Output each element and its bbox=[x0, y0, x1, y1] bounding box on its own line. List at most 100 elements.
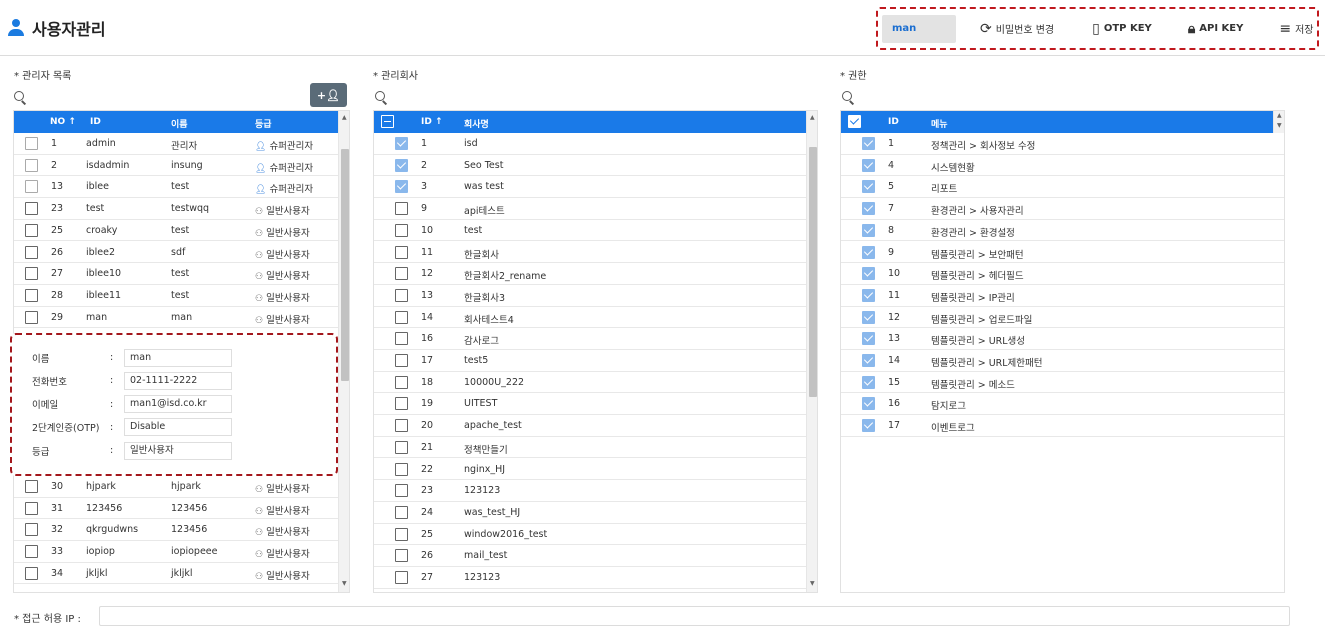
search-icon[interactable] bbox=[375, 91, 389, 105]
search-icon[interactable] bbox=[14, 91, 28, 105]
detail-field-value[interactable]: man bbox=[124, 348, 232, 367]
row-checkbox[interactable] bbox=[862, 245, 875, 259]
table-row[interactable]: 28 iblee11 test ⚇ 일반사용자 bbox=[14, 285, 338, 307]
current-user-chip[interactable]: man bbox=[882, 14, 956, 43]
row-checkbox[interactable] bbox=[862, 375, 875, 389]
table-row[interactable]: 21 정책만들기 bbox=[374, 437, 806, 459]
row-checkbox[interactable] bbox=[25, 137, 38, 150]
detail-field-value[interactable]: man1@isd.co.kr bbox=[124, 395, 232, 414]
table-row[interactable]: 2 Seo Test bbox=[374, 155, 806, 177]
row-checkbox[interactable] bbox=[862, 158, 875, 172]
row-checkbox[interactable] bbox=[395, 505, 408, 519]
table-row[interactable]: 1 정책관리 > 회사정보 수정 bbox=[841, 133, 1284, 155]
scroll-down-icon[interactable]: ▼ bbox=[810, 581, 815, 587]
table-row[interactable]: 3 was test bbox=[374, 176, 806, 199]
permission-scrollbar[interactable]: ▲ ▼ bbox=[1273, 111, 1284, 133]
detail-field-value[interactable]: 02-1111-2222 bbox=[124, 371, 232, 390]
row-checkbox[interactable] bbox=[862, 267, 875, 281]
admin-scroll-thumb[interactable] bbox=[341, 149, 349, 381]
row-checkbox[interactable] bbox=[862, 223, 875, 237]
company-scrollbar[interactable]: ▲ ▼ bbox=[806, 111, 817, 592]
col-id-header[interactable]: ID bbox=[888, 117, 899, 127]
table-row[interactable]: 9 템플릿관리 > 보안패턴 bbox=[841, 242, 1284, 264]
col-no-header[interactable]: NO ↑ bbox=[50, 117, 76, 127]
scroll-up-icon[interactable]: ▲ bbox=[810, 115, 815, 121]
row-checkbox[interactable] bbox=[862, 288, 875, 302]
table-row[interactable]: 11 한글회사 bbox=[374, 242, 806, 264]
table-row[interactable]: 31 123456 123456 ⚇ 일반사용자 bbox=[14, 498, 338, 520]
api-key-button[interactable]: 🔒︎ API KEY bbox=[1188, 15, 1244, 43]
row-checkbox[interactable] bbox=[862, 137, 875, 150]
row-checkbox[interactable] bbox=[25, 267, 38, 281]
row-checkbox[interactable] bbox=[25, 480, 38, 493]
col-id-header[interactable]: ID ↑ bbox=[421, 117, 443, 127]
scroll-down-icon[interactable]: ▼ bbox=[1277, 123, 1282, 129]
save-button[interactable]: ≡ 저장 bbox=[1279, 15, 1313, 43]
table-row[interactable]: 7 환경관리 > 사용자관리 bbox=[841, 198, 1284, 220]
row-checkbox[interactable] bbox=[25, 202, 38, 216]
table-row[interactable]: 8 환경관리 > 환경설정 bbox=[841, 220, 1284, 242]
table-row[interactable]: 9 api테스트 bbox=[374, 198, 806, 220]
scroll-down-icon[interactable]: ▼ bbox=[342, 581, 347, 587]
table-row[interactable]: 11 템플릿관리 > IP관리 bbox=[841, 285, 1284, 307]
row-checkbox[interactable] bbox=[25, 566, 38, 580]
table-row[interactable]: 4 시스템현황 bbox=[841, 155, 1284, 177]
company-scroll-thumb[interactable] bbox=[809, 147, 817, 397]
change-password-button[interactable]: ⟳ 비밀번호 변경 bbox=[980, 15, 1054, 43]
table-row[interactable]: 1 isd bbox=[374, 133, 806, 155]
row-checkbox[interactable] bbox=[395, 419, 408, 433]
row-checkbox[interactable] bbox=[25, 158, 38, 172]
row-checkbox[interactable] bbox=[395, 462, 408, 476]
table-row[interactable]: 10 템플릿관리 > 헤더필드 bbox=[841, 263, 1284, 285]
table-row[interactable]: 25 croaky test ⚇ 일반사용자 bbox=[14, 220, 338, 242]
table-row[interactable]: 17 test5 bbox=[374, 350, 806, 372]
scroll-up-icon[interactable]: ▲ bbox=[342, 115, 347, 121]
table-row[interactable]: 10 test bbox=[374, 220, 806, 242]
scroll-up-icon[interactable]: ▲ bbox=[1277, 113, 1282, 119]
row-checkbox[interactable] bbox=[25, 180, 38, 194]
table-row[interactable]: 12 템플릿관리 > 업로드파일 bbox=[841, 307, 1284, 329]
row-checkbox[interactable] bbox=[395, 245, 408, 259]
table-row[interactable]: 27 123123 bbox=[374, 567, 806, 589]
row-checkbox[interactable] bbox=[862, 202, 875, 216]
table-row[interactable]: 17 이벤트로그 bbox=[841, 415, 1284, 437]
table-row[interactable]: 13 템플릿관리 > URL생성 bbox=[841, 328, 1284, 350]
row-checkbox[interactable] bbox=[395, 484, 408, 498]
row-checkbox[interactable] bbox=[395, 158, 408, 172]
col-name-header[interactable]: 이름 bbox=[171, 117, 188, 130]
row-checkbox[interactable] bbox=[862, 419, 875, 433]
row-checkbox[interactable] bbox=[395, 332, 408, 346]
access-ip-input[interactable] bbox=[99, 606, 1290, 626]
row-checkbox[interactable] bbox=[25, 523, 38, 537]
col-id-header[interactable]: ID bbox=[90, 117, 101, 127]
col-menu-header[interactable]: 메뉴 bbox=[931, 117, 948, 130]
table-row[interactable]: 16 탐지로그 bbox=[841, 393, 1284, 416]
permission-select-all-checkbox[interactable] bbox=[848, 115, 861, 128]
row-checkbox[interactable] bbox=[395, 354, 408, 367]
row-checkbox[interactable] bbox=[25, 288, 38, 302]
row-checkbox[interactable] bbox=[395, 288, 408, 302]
detail-field-value[interactable]: Disable bbox=[124, 418, 232, 437]
table-row[interactable]: 2 isdadmin insung 👤︎ 슈퍼관리자 bbox=[14, 155, 338, 177]
table-row[interactable]: 30 hjpark hjpark ⚇ 일반사용자 bbox=[14, 476, 338, 498]
add-user-button[interactable]: +👤︎ bbox=[310, 83, 347, 107]
row-checkbox[interactable] bbox=[395, 571, 408, 584]
table-row[interactable]: 24 was_test_HJ bbox=[374, 502, 806, 524]
table-row[interactable]: 14 템플릿관리 > URL제한패턴 bbox=[841, 350, 1284, 372]
row-checkbox[interactable] bbox=[25, 245, 38, 259]
table-row[interactable]: 27 iblee10 test ⚇ 일반사용자 bbox=[14, 263, 338, 285]
row-checkbox[interactable] bbox=[25, 501, 38, 515]
row-checkbox[interactable] bbox=[395, 180, 408, 194]
table-row[interactable]: 29 man man ⚇ 일반사용자 bbox=[14, 307, 338, 329]
row-checkbox[interactable] bbox=[25, 223, 38, 237]
table-row[interactable]: 15 템플릿관리 > 메소드 bbox=[841, 372, 1284, 394]
admin-scrollbar[interactable]: ▲ ▼ bbox=[338, 111, 349, 592]
row-checkbox[interactable] bbox=[862, 332, 875, 346]
search-icon[interactable] bbox=[842, 91, 856, 105]
row-checkbox[interactable] bbox=[395, 202, 408, 216]
table-row[interactable]: 23 test testwqq ⚇ 일반사용자 bbox=[14, 198, 338, 220]
row-checkbox[interactable] bbox=[395, 375, 408, 389]
row-checkbox[interactable] bbox=[395, 223, 408, 237]
table-row[interactable]: 25 window2016_test bbox=[374, 524, 806, 546]
table-row[interactable]: 23 123123 bbox=[374, 480, 806, 502]
